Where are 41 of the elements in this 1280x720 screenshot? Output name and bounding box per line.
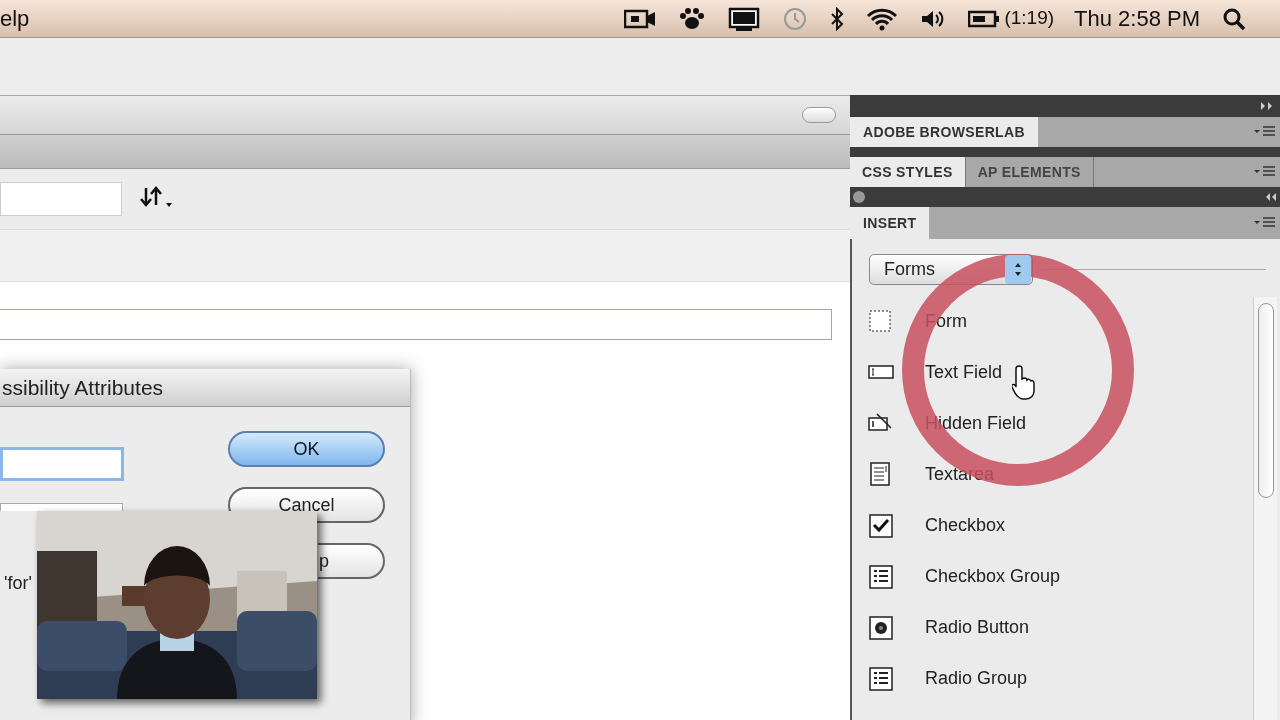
paw-icon [678,6,707,31]
text-field[interactable] [0,447,124,481]
dialog-title: ssibility Attributes [2,374,164,401]
panel-tab[interactable]: CSS STYLES [850,157,966,187]
menu-bar-clock[interactable]: Thu 2:58 PM [1074,2,1200,35]
dialog-button[interactable]: p [318,543,385,579]
insert-item[interactable]: Radio Button [925,614,1030,641]
panel-menu-icon[interactable] [1254,166,1276,178]
dialog-button[interactable]: OK [228,431,385,467]
insert-item[interactable]: Radio Group [925,665,1028,692]
insert-item[interactable]: Text Field [925,359,1003,386]
battery-icon [968,8,1001,29]
scroll-bar[interactable] [1253,297,1277,720]
clock-icon [782,5,809,32]
scroll-thumb[interactable] [1257,303,1274,498]
radio-button-icon [867,613,895,642]
panel-menu-icon[interactable] [1254,126,1276,138]
list-icon [867,562,895,591]
insert-item[interactable]: Checkbox [925,512,1006,539]
label-text: 'for' [4,573,32,593]
panel-menu-icon[interactable] [1254,217,1276,229]
toolbar-toggle-button[interactable] [802,107,836,123]
bluetooth-icon [830,6,845,31]
checkbox-icon [867,511,895,540]
text-field[interactable] [0,503,123,511]
wifi-icon [866,6,899,31]
resize-knob[interactable] [853,191,865,203]
insert-item[interactable]: Checkbox Group [925,563,1061,590]
panel-tab[interactable]: INSERT [850,207,930,239]
pointer-hand-icon [1012,364,1038,400]
search-icon[interactable] [1222,6,1246,31]
panel-tab[interactable]: ADOBE BROWSERLAB [850,117,1038,147]
battery-time: (1:19) [1004,6,1055,31]
list-icon [867,664,895,693]
video-camera-icon [624,7,657,30]
collapse-icon[interactable] [1265,193,1277,201]
menu-item[interactable]: elp [0,2,30,35]
expand-icon[interactable] [1260,102,1274,110]
stepper-icon [1005,255,1031,284]
display-icon [728,6,761,31]
address-field[interactable] [0,182,122,216]
